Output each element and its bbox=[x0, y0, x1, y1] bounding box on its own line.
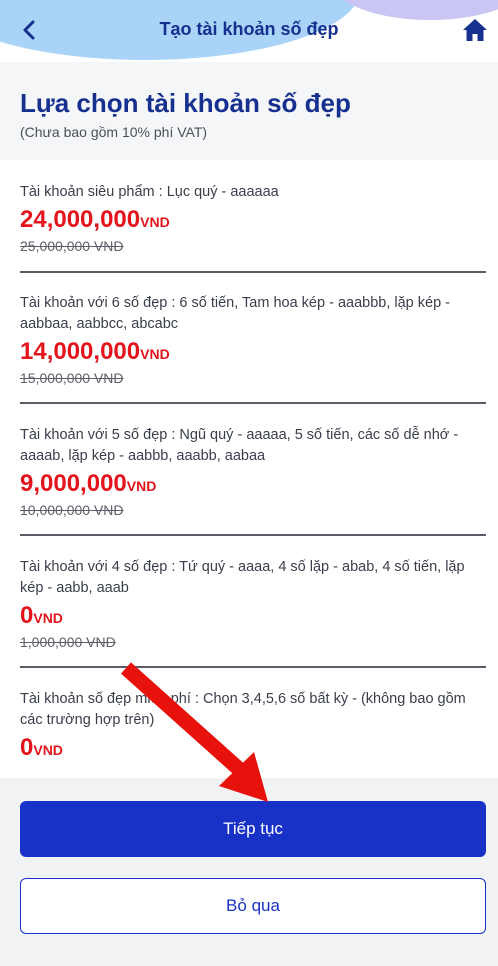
number-options-list: Tài khoản siêu phẩm : Lục quý - aaaaaa 2… bbox=[0, 160, 498, 778]
option-price: 24,000,000VND bbox=[20, 206, 170, 233]
continue-button[interactable]: Tiếp tục bbox=[20, 801, 486, 857]
option-item-six-digits[interactable]: Tài khoản với 6 số đẹp : 6 số tiến, Tam … bbox=[20, 293, 486, 386]
app-header: Tạo tài khoản số đẹp bbox=[0, 0, 498, 62]
divider bbox=[20, 534, 486, 536]
page-title: Lựa chọn tài khoản số đẹp bbox=[20, 88, 351, 118]
option-item-four-digits[interactable]: Tài khoản với 4 số đẹp : Tứ quý - aaaa, … bbox=[20, 557, 486, 650]
option-item-six-same[interactable]: Tài khoản siêu phẩm : Lục quý - aaaaaa 2… bbox=[20, 182, 486, 254]
option-description: Tài khoản số đẹp miễn phí : Chọn 3,4,5,6… bbox=[20, 691, 466, 728]
bottom-actions: Tiếp tục Bỏ qua bbox=[0, 778, 498, 966]
divider bbox=[20, 271, 486, 273]
option-price: 0VND bbox=[20, 602, 63, 629]
divider bbox=[20, 666, 486, 668]
header-title: Tạo tài khoản số đẹp bbox=[159, 19, 339, 39]
option-old-price: 1,000,000 VND bbox=[20, 634, 116, 650]
option-description: Tài khoản với 4 số đẹp : Tứ quý - aaaa, … bbox=[20, 559, 465, 596]
option-item-free[interactable]: Tài khoản số đẹp miễn phí : Chọn 3,4,5,6… bbox=[20, 689, 486, 765]
option-old-price: 25,000,000 VND bbox=[20, 238, 124, 254]
option-old-price: 15,000,000 VND bbox=[20, 370, 124, 386]
option-description: Tài khoản với 5 số đẹp : Ngũ quý - aaaaa… bbox=[20, 427, 459, 464]
page-heading: Lựa chọn tài khoản số đẹp (Chưa bao gồm … bbox=[0, 62, 498, 160]
divider bbox=[20, 402, 486, 404]
option-price: 9,000,000VND bbox=[20, 470, 157, 497]
option-price: 0VND bbox=[20, 734, 63, 761]
option-price: 14,000,000VND bbox=[20, 338, 170, 365]
option-description: Tài khoản với 6 số đẹp : 6 số tiến, Tam … bbox=[20, 295, 451, 332]
option-old-price: 10,000,000 VND bbox=[20, 502, 124, 518]
skip-button[interactable]: Bỏ qua bbox=[20, 878, 486, 934]
option-description: Tài khoản siêu phẩm : Lục quý - aaaaaa bbox=[20, 184, 279, 200]
vat-note: (Chưa bao gồm 10% phí VAT) bbox=[20, 124, 208, 140]
home-icon[interactable] bbox=[462, 17, 488, 43]
option-item-five-digits[interactable]: Tài khoản với 5 số đẹp : Ngũ quý - aaaaa… bbox=[20, 425, 486, 518]
